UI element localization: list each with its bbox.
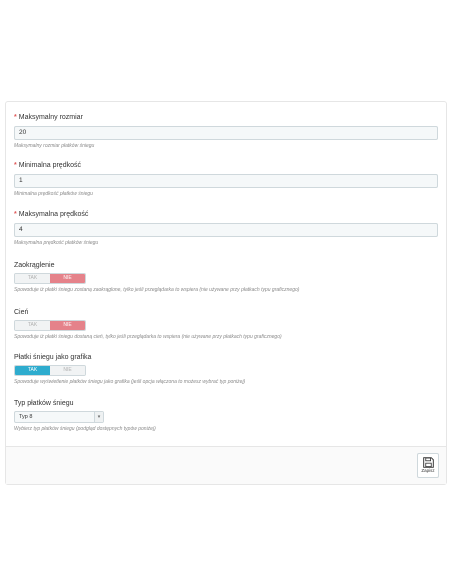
rounding-switch[interactable]: TAK NIE [14, 273, 86, 284]
max-speed-help: Maksymalna prędkość płatków śniegu [14, 240, 99, 246]
shadow-label: Cień [14, 309, 29, 316]
shadow-yes-option[interactable]: TAK [15, 321, 50, 330]
max-speed-input[interactable]: 4 [14, 223, 438, 237]
as-graphic-switch[interactable]: TAK NIE [14, 365, 86, 376]
rounding-group: Zaokrąglenie TAK NIE Spowoduje iż płatki… [14, 261, 440, 294]
as-graphic-no-option[interactable]: NIE [50, 366, 85, 375]
max-size-group: * Maksymalny rozmiar 20 Maksymalny rozmia… [14, 113, 440, 150]
max-speed-group: * Maksymalna prędkość 4 Maksymalna prędko… [14, 210, 440, 247]
chevron-down-icon: ▾ [94, 412, 103, 422]
shadow-group: Cień TAK NIE Spowoduje iż płatki śniegu … [14, 308, 440, 341]
save-button[interactable]: Zapisz [417, 453, 439, 478]
min-speed-group: * Minimalna prędkość 1 Minimalna prędkość… [14, 161, 440, 198]
flake-type-select[interactable]: Typ 8 ▾ [14, 411, 104, 423]
max-size-label: * Maksymalny rozmiar [14, 114, 83, 121]
settings-panel: * Maksymalny rozmiar 20 Maksymalny rozmia… [5, 101, 447, 485]
panel-footer: Zapisz [6, 446, 446, 484]
rounding-no-option[interactable]: NIE [50, 274, 85, 283]
flake-type-help: Wybierz typ płatków śniegu (podgląd dost… [14, 426, 156, 432]
shadow-help: Spowoduje iż płatki śniegu dostaną cień,… [14, 334, 282, 340]
min-speed-input[interactable]: 1 [14, 174, 438, 188]
max-size-help: Maksymalny rozmiar płatków śniegu [14, 143, 95, 149]
min-speed-label: * Minimalna prędkość [14, 162, 81, 169]
flake-type-group: Typ płatków śniegu Typ 8 ▾ Wybierz typ p… [14, 399, 440, 433]
flake-type-selected: Typ 8 [19, 414, 33, 420]
required-marker: * [14, 162, 17, 169]
as-graphic-group: Płatki śniegu jako grafika TAK NIE Spowo… [14, 353, 440, 386]
shadow-no-option[interactable]: NIE [50, 321, 85, 330]
rounding-help: Spowoduje iż płatki śniegu zostaną zaokr… [14, 287, 300, 293]
as-graphic-yes-option[interactable]: TAK [15, 366, 50, 375]
as-graphic-help: Spowoduje wyświetlenie płatków śniegu ja… [14, 379, 246, 385]
max-size-input[interactable]: 20 [14, 126, 438, 140]
required-marker: * [14, 211, 17, 218]
shadow-switch[interactable]: TAK NIE [14, 320, 86, 331]
rounding-yes-option[interactable]: TAK [15, 274, 50, 283]
flake-type-label: Typ płatków śniegu [14, 400, 74, 407]
max-speed-label: * Maksymalna prędkość [14, 211, 89, 218]
required-marker: * [14, 114, 17, 121]
floppy-disk-icon [422, 457, 434, 468]
save-label: Zapisz [421, 468, 435, 473]
min-speed-help: Minimalna prędkość płatków śniegu [14, 191, 93, 197]
as-graphic-label: Płatki śniegu jako grafika [14, 354, 92, 361]
rounding-label: Zaokrąglenie [14, 262, 55, 269]
